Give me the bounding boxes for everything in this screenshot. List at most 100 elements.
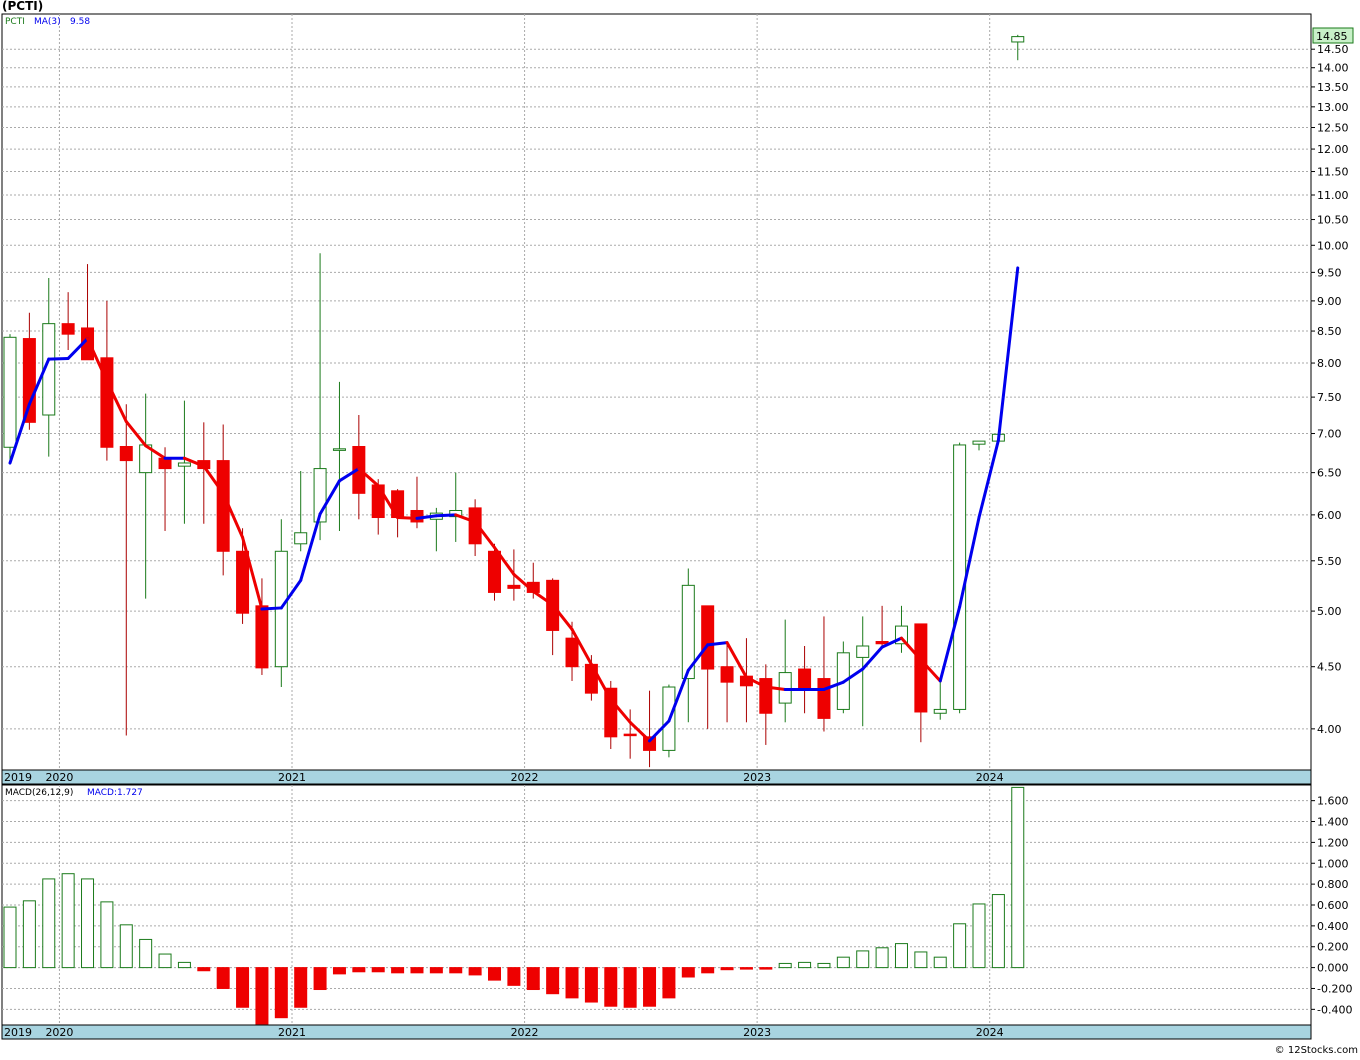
macd-year-label: 2022 xyxy=(511,1026,539,1039)
macd-tick-label: 0.600 xyxy=(1317,899,1349,912)
macd-bar xyxy=(604,967,618,1007)
macd-legend-name: MACD(26,12,9) xyxy=(5,788,73,798)
macd-bar xyxy=(701,967,715,974)
macd-bar xyxy=(313,967,327,991)
macd-bar xyxy=(352,967,366,973)
macd-bar xyxy=(933,956,947,969)
price-tick-label: 10.50 xyxy=(1317,214,1349,227)
candle-body xyxy=(1011,36,1025,43)
macd-bar xyxy=(81,878,95,969)
macd-tick-label: 1.600 xyxy=(1317,795,1349,808)
macd-bar xyxy=(991,894,1005,969)
price-tick-label: 9.50 xyxy=(1317,266,1342,279)
price-tick-label: 6.50 xyxy=(1317,467,1342,480)
price-tick-label: 12.00 xyxy=(1317,143,1349,156)
price-tick-label: 12.50 xyxy=(1317,122,1349,135)
price-tick-label: 4.00 xyxy=(1317,723,1342,736)
macd-bar xyxy=(274,967,288,1019)
macd-bar xyxy=(216,967,230,989)
macd-bar xyxy=(371,967,385,973)
candle-body xyxy=(61,323,75,335)
price-year-label: 2021 xyxy=(278,771,306,784)
candle-body xyxy=(255,605,269,669)
price-year-label: 2023 xyxy=(743,771,771,784)
macd-bar xyxy=(255,967,269,1025)
macd-bar xyxy=(546,967,560,995)
macd-bar xyxy=(177,961,191,969)
candle-body xyxy=(875,641,889,645)
macd-bar xyxy=(720,967,734,971)
price-tick-label: 6.00 xyxy=(1317,509,1342,522)
candle-body xyxy=(817,678,831,719)
macd-bar xyxy=(429,967,443,974)
macd-bar xyxy=(817,962,831,969)
macd-bar xyxy=(565,967,579,999)
macd-bar xyxy=(1011,786,1025,969)
macd-tick-label: -0.200 xyxy=(1317,982,1352,995)
price-tick-label: 7.00 xyxy=(1317,428,1342,441)
macd-tick-label: -0.400 xyxy=(1317,1003,1352,1016)
candle-body xyxy=(914,623,928,713)
price-date-band xyxy=(1,769,1312,785)
price-tick-label: 13.50 xyxy=(1317,81,1349,94)
macd-bar xyxy=(468,967,482,976)
macd-year-label: 2023 xyxy=(743,1026,771,1039)
legend-ticker: PCTI xyxy=(5,17,25,27)
macd-bar xyxy=(449,967,463,974)
price-tick-label: 10.00 xyxy=(1317,239,1349,252)
macd-bar xyxy=(526,967,540,991)
candle-body xyxy=(294,532,308,545)
macd-bar xyxy=(3,906,17,969)
macd-year-label: 2019 xyxy=(4,1026,32,1039)
macd-bar xyxy=(972,903,986,969)
candle-body xyxy=(22,338,36,423)
macd-bar xyxy=(798,961,812,969)
macd-y-axis: -0.400 -0.200 0.000 0.200 0.400 0.600 0.800 1.0… xyxy=(1311,795,1352,1016)
legend-ma-value: 9.58 xyxy=(70,17,90,27)
candle-body xyxy=(720,666,734,683)
price-tick-label: 5.50 xyxy=(1317,555,1342,568)
macd-bar xyxy=(759,967,773,970)
macd-tick-label: 1.000 xyxy=(1317,857,1349,870)
macd-bar xyxy=(953,923,967,969)
macd-bar xyxy=(778,962,792,969)
price-tick-label: 8.00 xyxy=(1317,357,1342,370)
candle-body xyxy=(3,336,17,448)
macd-bar xyxy=(158,953,172,969)
macd-tick-label: 0.200 xyxy=(1317,941,1349,954)
macd-bar xyxy=(894,943,908,969)
candle xyxy=(953,442,967,714)
macd-bar xyxy=(623,967,637,1008)
macd-bar xyxy=(507,967,521,986)
macd-bar xyxy=(197,967,211,972)
macd-bar xyxy=(294,967,308,1008)
macd-bar xyxy=(100,901,114,969)
macd-tick-label: 0.000 xyxy=(1317,962,1349,975)
candle-body xyxy=(623,733,637,737)
candle-body xyxy=(701,605,715,670)
macd-legend-value: MACD:1.727 xyxy=(87,788,143,798)
price-year-label: 2020 xyxy=(45,771,73,784)
price-tick-label: 9.00 xyxy=(1317,295,1342,308)
macd-bar xyxy=(856,950,870,969)
price-tick-label: 11.50 xyxy=(1317,166,1349,179)
candle-body xyxy=(565,637,579,668)
last-price-badge: 14.85 xyxy=(1312,27,1354,44)
macd-bar xyxy=(42,878,56,969)
candle-body xyxy=(332,448,346,451)
macd-tick-label: 0.800 xyxy=(1317,878,1349,891)
chart-root: (PCTI) 4.00 4.50 5.00 5.50 6.00 6.50 7.00 7.50 8… xyxy=(0,0,1360,1060)
macd-year-label: 2024 xyxy=(976,1026,1004,1039)
candle-body xyxy=(158,457,172,470)
macd-bar xyxy=(681,967,695,978)
macd-bar xyxy=(662,967,676,999)
macd-year-label: 2021 xyxy=(278,1026,306,1039)
macd-bar xyxy=(410,967,424,974)
macd-tick-label: 1.200 xyxy=(1317,836,1349,849)
price-tick-label: 4.50 xyxy=(1317,661,1342,674)
price-tick-label: 11.00 xyxy=(1317,189,1349,202)
candle-body xyxy=(507,584,521,589)
macd-bar xyxy=(584,967,598,1003)
macd-bar xyxy=(119,924,133,969)
last-price-badge-text: 14.85 xyxy=(1316,30,1348,43)
